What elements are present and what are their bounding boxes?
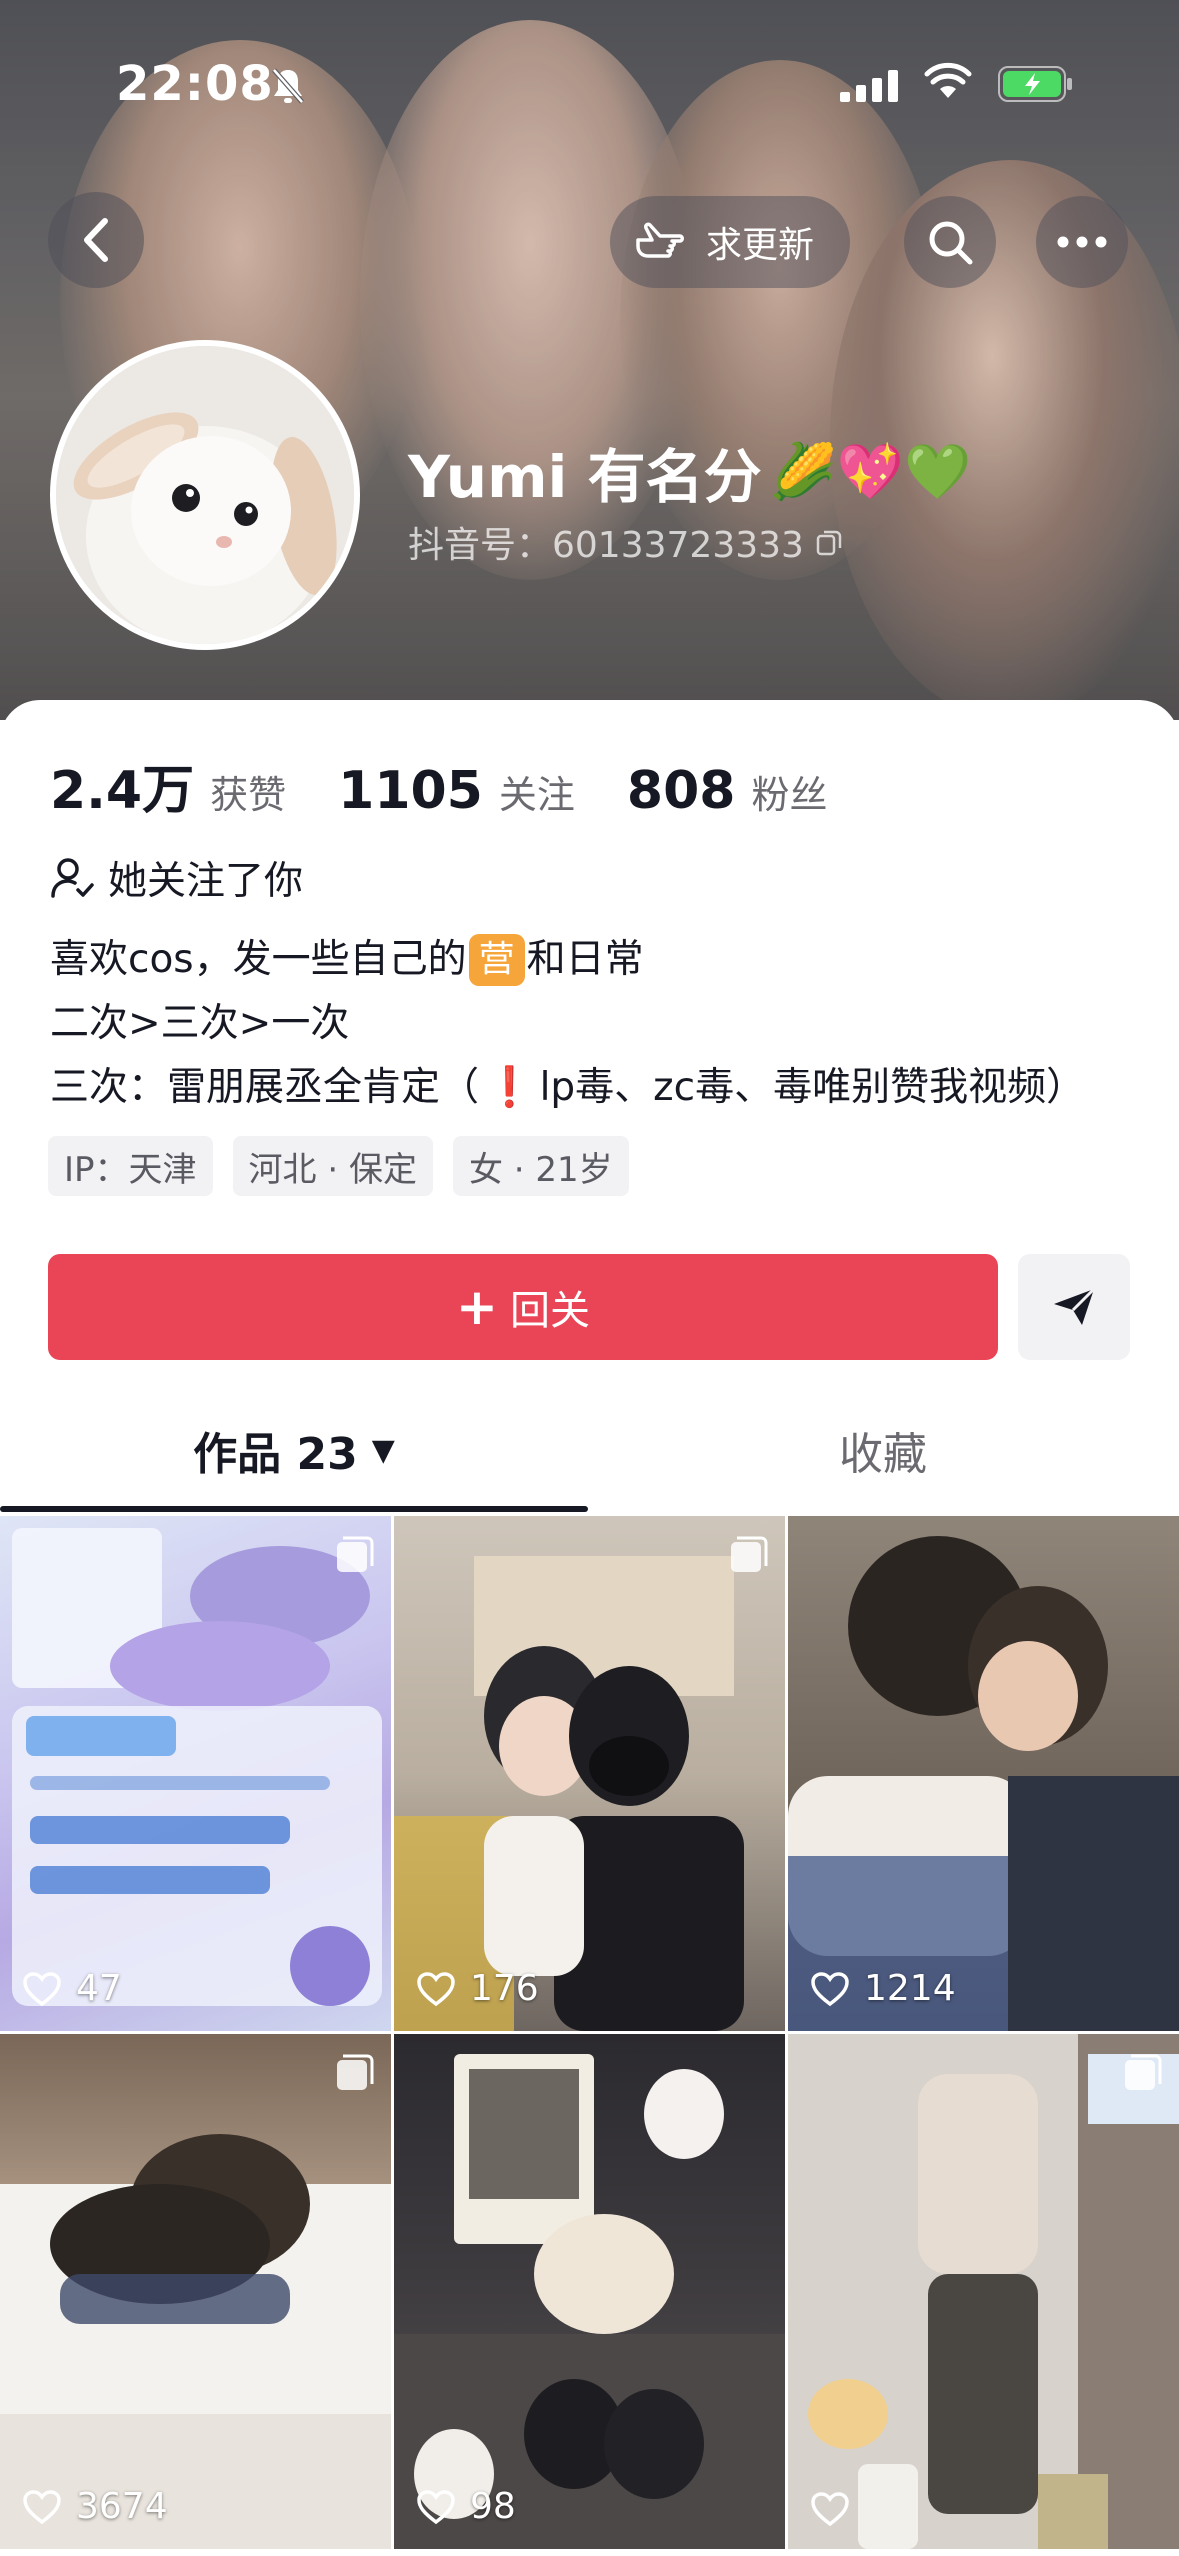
request-update-label: 求更新 [706,225,815,266]
thumbnail-image [394,2054,785,2549]
active-tab-indicator [0,1506,588,1512]
gender-age-tag: 女 · 21岁 [452,1136,629,1196]
copy-icon[interactable] [816,528,842,556]
status-time: 22:08 [116,56,274,112]
chevron-left-icon [84,218,108,262]
video-thumbnail[interactable]: 176 [394,1516,785,2031]
status-bar: 22:08 [0,0,1179,170]
video-thumbnail[interactable]: 1214 [788,1516,1179,2031]
tab-favorites-label: 收藏 [839,1429,927,1480]
back-button[interactable] [48,192,144,288]
stat-following[interactable]: 1105 关注 [338,761,575,821]
like-count: 3674 [22,2486,168,2527]
stat-label: 获赞 [210,773,287,817]
wifi-icon [924,62,972,98]
follows-you-text: 她关注了你 [108,859,304,904]
bio-text: 喜欢cos，发一些自己的 [50,937,467,982]
like-count-value: 1214 [864,1968,956,2009]
stat-value: 808 [626,761,736,821]
tab-works-label: 作品 23 [193,1429,358,1480]
thumbnail-image [788,1536,1179,2031]
username-emojis: 🌽💖💚 [769,440,972,503]
like-count [810,2491,864,2527]
stat-value: 1105 [338,761,483,821]
user-follow-icon [51,858,94,898]
profile-stats: 2.4万 获赞 1105 关注 808 粉丝 [50,748,879,823]
bio-line-3: 三次：雷朋展丞全肯定（ ❗ lp毒、zc毒、毒唯别赞我视频） [50,1056,1085,1120]
heart-icon [23,1971,61,2006]
follow-back-button[interactable]: + 回关 [48,1254,998,1360]
profile-card: 2.4万 获赞 1105 关注 808 粉丝 她关注了你 喜欢cos，发一些自己… [0,700,1179,2556]
request-update-button[interactable]: 求更新 [610,196,850,288]
avatar[interactable] [50,340,360,650]
heart-icon [23,2489,61,2524]
profile-tags: IP：天津 河北 · 保定 女 · 21岁 [48,1136,649,1196]
bio-line-2: 二次>三次>一次 [50,992,1085,1056]
bio-text: 三次：雷朋展丞全肯定（ [50,1065,480,1110]
username-text: Yumi 有名分 [408,443,762,511]
pointing-hand-icon [636,222,684,258]
stat-label: 关注 [498,773,575,817]
multi-image-icon [337,1536,374,1572]
thumbnail-image [0,2134,391,2549]
search-icon [929,221,973,265]
search-button[interactable] [904,196,996,288]
heart-icon [811,2492,849,2527]
signal-icon [840,70,898,102]
profile-bio: 喜欢cos，发一些自己的 营 和日常 二次>三次>一次 三次：雷朋展丞全肯定（ … [50,928,1085,1120]
heart-icon [417,1971,455,2006]
video-thumbnail[interactable]: 98 [394,2034,785,2549]
send-arrow-icon [1054,1287,1096,1325]
multi-image-icon [1125,2054,1162,2090]
more-dots-icon [1057,236,1107,248]
tab-favorites[interactable]: 收藏 [588,1390,1178,1510]
like-count-value: 98 [470,2486,516,2527]
thumbnail-image [788,2034,1179,2549]
ip-location-tag: IP：天津 [48,1136,213,1196]
video-thumbnail[interactable] [788,2034,1179,2549]
heart-icon [417,2489,455,2524]
multi-image-icon [731,1536,768,1572]
mute-bell-icon [272,68,304,104]
hometown-tag[interactable]: 河北 · 保定 [232,1136,433,1196]
like-count: 1214 [810,1968,956,2009]
multi-image-icon [337,2054,374,2090]
caret-down-icon: ▼ [371,1432,395,1468]
thumbnail-image [12,1528,382,2006]
profile-username: Yumi 有名分 🌽💖💚 [408,430,971,514]
thumbnail-image [394,1556,744,2031]
more-options-button[interactable] [1036,196,1128,288]
stat-value: 2.4万 [50,761,195,821]
stat-label: 粉丝 [751,773,828,817]
bunny-avatar-image [56,346,354,644]
like-count: 98 [416,2486,516,2527]
like-count: 47 [22,1968,122,2009]
follows-you-indicator: 她关注了你 [50,850,303,906]
exclamation-mark: ❗ [485,1065,534,1110]
bio-badge: 营 [468,934,525,986]
stat-likes[interactable]: 2.4万 获赞 [50,748,286,823]
douyin-id[interactable]: 抖音号：60133723333 [408,516,842,568]
bio-line-1: 喜欢cos，发一些自己的 营 和日常 [50,928,1085,992]
bio-text: 二次>三次>一次 [50,1001,350,1046]
video-thumbnail[interactable]: 47 [0,1516,391,2031]
profile-tabs: 作品 23 ▼ 收藏 [0,1390,1179,1510]
like-count-value: 176 [470,1968,539,2009]
douyin-id-text: 抖音号：60133723333 [408,525,804,566]
message-button[interactable] [1018,1254,1130,1360]
tab-works[interactable]: 作品 23 ▼ [0,1390,588,1510]
like-count-value: 3674 [76,2486,168,2527]
stat-followers[interactable]: 808 粉丝 [627,761,828,821]
like-count: 176 [416,1968,539,2009]
heart-icon [811,1971,849,2006]
plus-icon: + [456,1278,498,1336]
bio-text: 和日常 [526,937,644,982]
battery-charging-icon [998,66,1072,102]
follow-back-label: 回关 [509,1288,590,1334]
video-thumbnail[interactable]: 3674 [0,2034,391,2549]
like-count-value: 47 [76,1968,122,2009]
bio-text: lp毒、zc毒、毒唯别赞我视频） [539,1065,1086,1110]
